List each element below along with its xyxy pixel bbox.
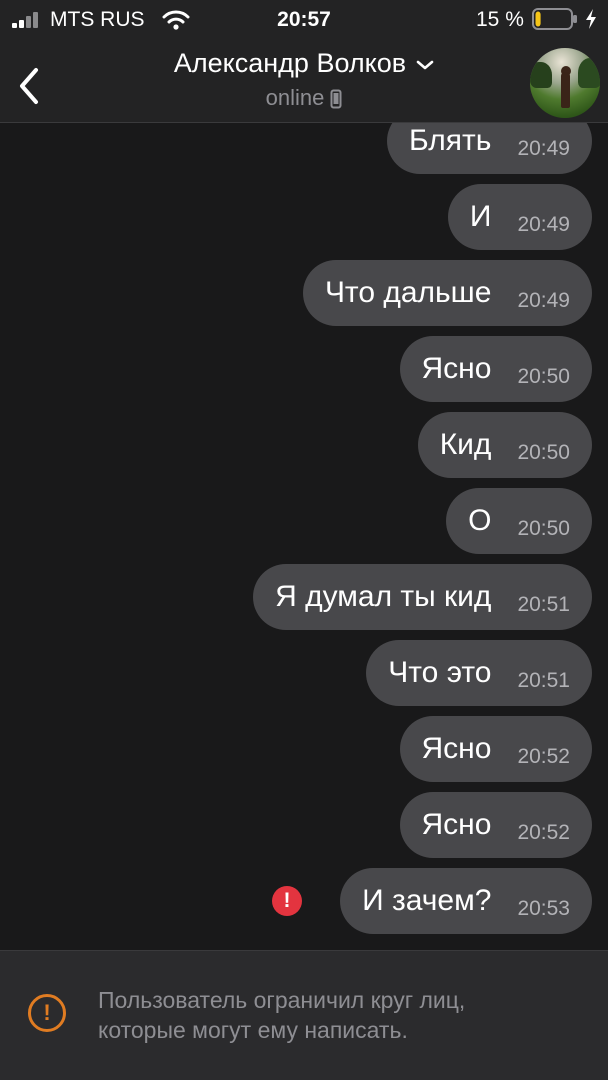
message-bubble[interactable]: Ясно 20:52: [399, 716, 592, 782]
message-time: 20:51: [517, 593, 570, 616]
message-bubble[interactable]: Что дальше 20:49: [302, 260, 592, 326]
mobile-phone-icon: [330, 89, 342, 109]
message-time: 20:49: [517, 137, 570, 160]
message-bubble-failed[interactable]: И зачем? 20:53: [340, 868, 592, 934]
message-bubble[interactable]: Кид 20:50: [417, 412, 592, 478]
message-time: 20:52: [517, 821, 570, 844]
chat-header: Александр Волков online: [0, 40, 608, 123]
message-bubble[interactable]: О 20:50: [446, 488, 592, 554]
contact-status: online: [265, 85, 325, 110]
chat-screen: Блять 20:49 И 20:49 Что дальше 20:49 Ясно 20…: [0, 0, 608, 1080]
warning-icon: !: [28, 994, 66, 1032]
battery-icon: [532, 8, 577, 30]
message-text: Я думал ты кид: [275, 580, 492, 613]
message-time: 20:53: [517, 897, 570, 920]
charging-bolt-icon: [586, 9, 596, 29]
contact-name-row: Александр Волков: [100, 46, 508, 80]
message-time: 20:52: [517, 745, 570, 768]
contact-name: Александр Волков: [173, 48, 407, 78]
message-text: Ясно: [421, 732, 492, 765]
message-text: И зачем?: [362, 884, 492, 917]
contact-info[interactable]: Александр Волков online: [100, 40, 508, 122]
message-bubble[interactable]: Ясно 20:52: [399, 792, 592, 858]
notice-text: Пользователь ограничил круг лиц, которые…: [98, 987, 466, 1043]
message-bubble[interactable]: Я думал ты кид 20:51: [253, 564, 592, 630]
battery-percent: 15 %: [476, 8, 524, 31]
message-text: О: [468, 504, 492, 537]
chevron-left-icon: [20, 68, 38, 104]
message-time: 20:50: [517, 365, 570, 388]
message-list[interactable]: Блять 20:49 И 20:49 Что дальше 20:49 Ясно 20…: [0, 0, 608, 950]
contact-status-row: online: [100, 84, 508, 112]
message-text: И: [469, 200, 492, 233]
message-text: Ясно: [421, 808, 492, 841]
message-time: 20:51: [517, 669, 570, 692]
message-text: Кид: [439, 428, 492, 461]
send-error-icon[interactable]: !: [272, 886, 302, 916]
message-text: Ясно: [421, 352, 492, 385]
message-text: Что это: [388, 656, 492, 689]
chevron-down-icon: [416, 60, 434, 70]
message-time: 20:49: [517, 213, 570, 236]
back-button[interactable]: [8, 50, 52, 110]
message-time: 20:50: [517, 441, 570, 464]
restriction-notice: ! Пользователь ограничил круг лиц, котор…: [0, 950, 608, 1080]
message-bubble[interactable]: Что это 20:51: [366, 640, 592, 706]
status-bar: MTS RUS 20:57 15 %: [0, 0, 608, 40]
avatar[interactable]: [530, 48, 600, 118]
message-bubble[interactable]: Ясно 20:50: [399, 336, 592, 402]
message-time: 20:50: [517, 517, 570, 540]
message-text: Что дальше: [324, 276, 492, 309]
message-time: 20:49: [517, 289, 570, 312]
message-bubble[interactable]: И 20:49: [447, 184, 592, 250]
